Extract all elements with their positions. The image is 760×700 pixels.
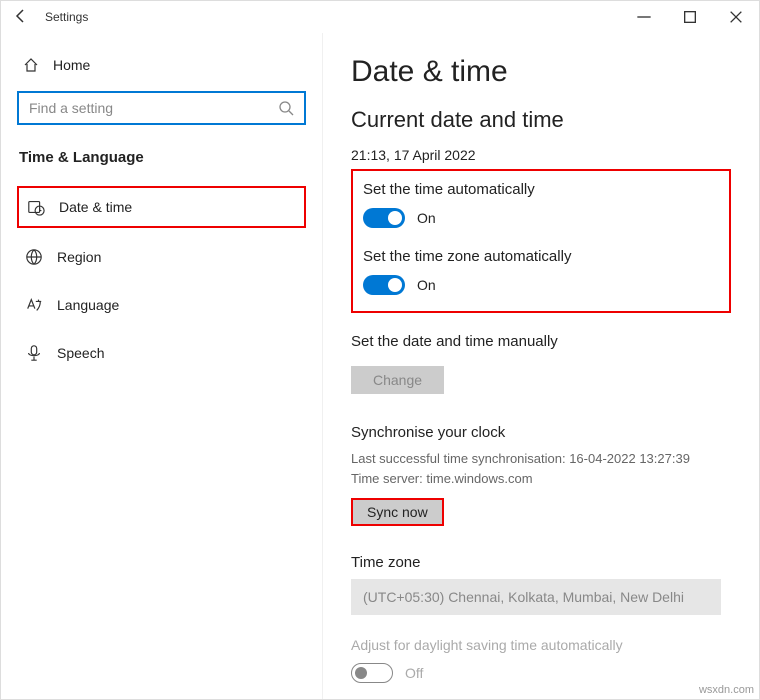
tz-heading: Time zone (351, 554, 731, 571)
nav-language[interactable]: Language (17, 286, 306, 324)
page-heading: Date & time (351, 55, 731, 89)
section-current: Current date and time (351, 107, 731, 133)
sync-heading: Synchronise your clock (351, 424, 731, 441)
minimize-button[interactable] (621, 1, 667, 33)
nav-date-time[interactable]: Date & time (17, 186, 306, 228)
minimize-icon (636, 9, 652, 25)
dst-label: Adjust for daylight saving time automati… (351, 637, 731, 653)
current-datetime: 21:13, 17 April 2022 (351, 147, 731, 163)
sync-last: Last successful time synchronisation: 16… (351, 449, 731, 469)
auto-tz-state: On (417, 277, 436, 293)
sync-server: Time server: time.windows.com (351, 469, 731, 489)
content-pane: Date & time Current date and time 21:13,… (323, 33, 759, 699)
home-icon (23, 57, 39, 73)
sync-now-button[interactable]: Sync now (351, 498, 444, 526)
back-button[interactable] (1, 8, 41, 27)
close-icon (728, 9, 744, 25)
close-button[interactable] (713, 1, 759, 33)
auto-tz-label: Set the time zone automatically (363, 248, 717, 265)
arrow-left-icon (13, 8, 29, 24)
dst-state: Off (405, 665, 423, 681)
nav-region[interactable]: Region (17, 238, 306, 276)
auto-time-state: On (417, 210, 436, 226)
watermark: wsxdn.com (699, 684, 754, 696)
auto-settings-highlight: Set the time automatically On Set the ti… (351, 169, 731, 313)
microphone-icon (25, 344, 43, 362)
maximize-icon (682, 9, 698, 25)
change-button: Change (351, 366, 444, 394)
clock-calendar-icon (27, 198, 45, 216)
timezone-select[interactable]: (UTC+05:30) Chennai, Kolkata, Mumbai, Ne… (351, 579, 721, 615)
home-link[interactable]: Home (17, 49, 306, 91)
search-placeholder: Find a setting (29, 100, 113, 116)
category-heading: Time & Language (17, 149, 306, 166)
globe-icon (25, 248, 43, 266)
maximize-button[interactable] (667, 1, 713, 33)
search-input[interactable]: Find a setting (17, 91, 306, 125)
search-icon (278, 100, 294, 116)
auto-time-label: Set the time automatically (363, 181, 717, 198)
nav-label: Region (57, 249, 101, 265)
window-title: Settings (41, 10, 621, 24)
auto-time-toggle[interactable] (363, 208, 405, 228)
nav-speech[interactable]: Speech (17, 334, 306, 372)
nav-label: Date & time (59, 199, 132, 215)
manual-label: Set the date and time manually (351, 333, 731, 350)
home-label: Home (53, 57, 90, 73)
nav-label: Speech (57, 345, 104, 361)
titlebar: Settings (1, 1, 759, 33)
sidebar: Home Find a setting Time & Language Date… (1, 33, 323, 699)
language-icon (25, 296, 43, 314)
auto-tz-toggle[interactable] (363, 275, 405, 295)
nav-label: Language (57, 297, 119, 313)
dst-toggle (351, 663, 393, 683)
